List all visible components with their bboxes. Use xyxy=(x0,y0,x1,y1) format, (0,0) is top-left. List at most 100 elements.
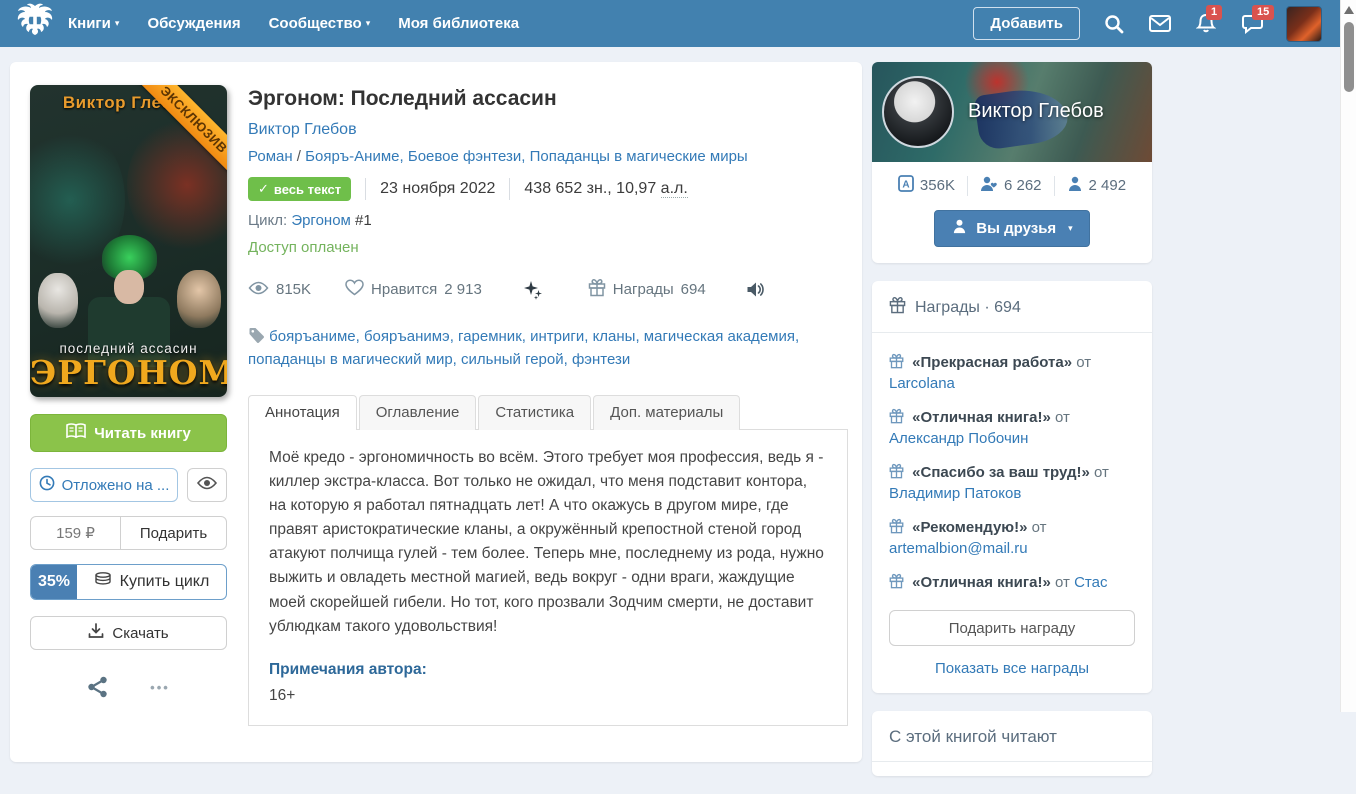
form-link[interactable]: Роман xyxy=(248,148,293,165)
tab-contents[interactable]: Оглавление xyxy=(359,395,477,430)
book-page-card: Виктор Глебов ЭКСКЛЮЗИВ последний ассаси… xyxy=(10,62,862,762)
author-avatar[interactable] xyxy=(882,76,954,148)
genres-line: Роман / Бояръ-АнимеБоевое фэнтезиПопадан… xyxy=(248,148,848,165)
author-subscribers-stat[interactable]: 6 262 xyxy=(980,176,1042,196)
award-giver-link[interactable]: artemalbion@mail.ru xyxy=(889,540,1028,557)
book-meta-row: ✓весь текст 23 ноября 2022 438 652 зн., … xyxy=(248,177,848,201)
tag-link[interactable]: сильный герой xyxy=(461,351,572,368)
site-logo[interactable] xyxy=(14,4,56,44)
author-card: Виктор Глебов A 356K 6 262 2 49 xyxy=(872,62,1152,263)
eagle-logo-icon xyxy=(16,3,54,44)
awards-stat[interactable]: Награды 694 xyxy=(588,278,706,301)
tag-link[interactable]: бояръаниме xyxy=(269,328,364,345)
ellipsis-icon[interactable]: ••• xyxy=(150,680,170,695)
top-navbar: Книги▾ Обсуждения Сообщество▾ Моя библио… xyxy=(0,0,1340,47)
cycle-link[interactable]: Эргоном xyxy=(291,212,351,229)
author-banner[interactable]: Виктор Глебов xyxy=(872,62,1152,162)
gift-award-button[interactable]: Подарить награду xyxy=(889,610,1135,646)
friends-button[interactable]: Вы друзья ▾ xyxy=(934,210,1089,247)
full-text-badge: ✓весь текст xyxy=(248,177,351,201)
watch-toggle-button[interactable] xyxy=(187,468,227,502)
author-link[interactable]: Виктор Глебов xyxy=(248,121,357,138)
envelope-icon[interactable] xyxy=(1148,12,1172,36)
tag-link[interactable]: фэнтези xyxy=(572,351,630,368)
book-size: 438 652 зн., 10,97 а.л. xyxy=(524,180,687,198)
person-icon xyxy=(1067,176,1083,196)
caret-down-icon: ▾ xyxy=(1068,223,1073,234)
window-scrollbar[interactable] xyxy=(1340,0,1356,712)
scrollbar-thumb[interactable] xyxy=(1344,22,1354,92)
tag-link[interactable]: бояръанимэ xyxy=(364,328,458,345)
tag-link[interactable]: гаремник xyxy=(458,328,530,345)
award-giver-link[interactable]: Стас xyxy=(1074,574,1107,591)
tab-annotation[interactable]: Аннотация xyxy=(248,395,357,430)
like-button[interactable]: Нравится 2 913 xyxy=(345,279,482,300)
access-status: Доступ оплачен xyxy=(248,239,848,256)
caret-down-icon: ▾ xyxy=(115,18,120,28)
annotation-panel: Моё кредо - эргономичность во всём. Этог… xyxy=(248,429,848,726)
speaker-icon[interactable] xyxy=(746,281,765,298)
genre-link[interactable]: Боевое фэнтези xyxy=(408,148,530,165)
nav-item-books[interactable]: Книги▾ xyxy=(68,15,119,32)
award-giver-link[interactable]: Владимир Патоков xyxy=(889,485,1021,502)
size-unit-abbr: а.л. xyxy=(661,180,688,198)
share-icon[interactable] xyxy=(87,676,108,698)
read-book-button[interactable]: Читать книгу xyxy=(30,414,227,452)
price-button[interactable]: 159 ₽ xyxy=(31,517,121,549)
tag-link[interactable]: попаданцы в магический мир xyxy=(248,351,461,368)
awards-header: Награды · 694 xyxy=(872,281,1152,333)
bell-icon[interactable]: 1 xyxy=(1194,12,1218,36)
gift-icon xyxy=(889,296,906,319)
tag-link[interactable]: магическая академия xyxy=(644,328,799,345)
cycle-discount-badge[interactable]: 35% xyxy=(31,565,77,599)
genre-link[interactable]: Бояръ-Аниме xyxy=(305,148,408,165)
author-name-link[interactable]: Виктор Глебов xyxy=(968,100,1104,123)
user-avatar[interactable] xyxy=(1286,6,1322,42)
author-notes-label: Примечания автора: xyxy=(269,661,827,679)
nav-item-community[interactable]: Сообщество▾ xyxy=(269,15,371,32)
award-item: «Отличная книга!» от Александр Побочин xyxy=(889,407,1135,449)
also-read-card: С этой книгой читают xyxy=(872,711,1152,776)
buy-gift-button-group: 159 ₽ Подарить xyxy=(30,516,227,550)
views-stat: 815K xyxy=(248,281,311,299)
gift-icon xyxy=(889,574,908,591)
nav-item-discussions[interactable]: Обсуждения xyxy=(147,15,240,32)
book-tabs: Аннотация Оглавление Статистика Доп. мат… xyxy=(248,394,848,726)
award-item: «Спасибо за ваш труд!» от Владимир Паток… xyxy=(889,462,1135,504)
genre-link[interactable]: Попаданцы в магические миры xyxy=(530,148,748,165)
book-info-column: Эргоном: Последний ассасин Виктор Глебов… xyxy=(227,85,848,739)
clock-icon xyxy=(39,475,55,495)
award-item: «Отличная книга!» от Стас xyxy=(889,572,1135,593)
add-button[interactable]: Добавить xyxy=(973,7,1080,40)
chat-icon[interactable]: 15 xyxy=(1240,12,1264,36)
cover-title: ЭРГОНОМ xyxy=(30,356,227,391)
gift-book-button[interactable]: Подарить xyxy=(121,517,226,549)
buy-cycle-button[interactable]: Купить цикл xyxy=(77,565,226,599)
show-all-awards-link[interactable]: Показать все награды xyxy=(889,660,1135,677)
right-sidebar: Виктор Глебов A 356K 6 262 2 49 xyxy=(872,62,1152,794)
author-friends-stat[interactable]: 2 492 xyxy=(1067,176,1127,196)
tag-link[interactable]: кланы xyxy=(593,328,644,345)
postponed-button[interactable]: Отложено на ... xyxy=(30,468,178,502)
book-cover-image[interactable]: Виктор Глебов ЭКСКЛЮЗИВ последний ассаси… xyxy=(30,85,227,397)
download-button[interactable]: Скачать xyxy=(30,616,227,650)
coins-icon xyxy=(94,572,112,592)
scrollbar-up-arrow[interactable] xyxy=(1344,6,1354,14)
download-icon xyxy=(88,623,104,643)
cycle-line: Цикл: Эргоном #1 xyxy=(248,212,848,229)
open-book-icon xyxy=(66,423,86,443)
person-heart-icon xyxy=(980,176,998,196)
tab-extras[interactable]: Доп. материалы xyxy=(593,395,740,430)
search-icon[interactable] xyxy=(1102,12,1126,36)
award-giver-link[interactable]: Александр Побочин xyxy=(889,430,1028,447)
tab-statistics[interactable]: Статистика xyxy=(478,395,591,430)
author-works-stat[interactable]: A 356K xyxy=(898,175,955,196)
tag-icon xyxy=(248,328,269,345)
eye-icon xyxy=(197,476,217,494)
notifications-badge: 1 xyxy=(1206,5,1222,20)
gift-icon xyxy=(889,464,908,481)
sparkles-icon[interactable] xyxy=(522,280,544,300)
nav-item-my-library[interactable]: Моя библиотека xyxy=(398,15,519,32)
award-giver-link[interactable]: Larcolana xyxy=(889,375,955,392)
tag-link[interactable]: интриги xyxy=(530,328,592,345)
